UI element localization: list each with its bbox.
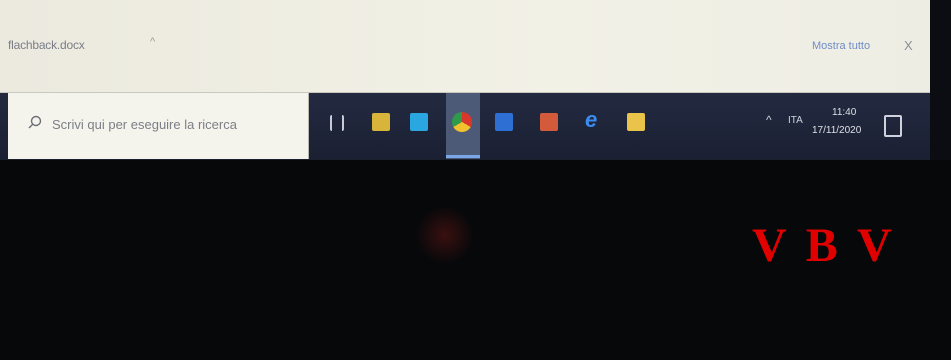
file-explorer-icon[interactable] bbox=[627, 113, 645, 131]
taskbar-search-box[interactable]: Scrivi qui per eseguire la ricerca bbox=[8, 93, 309, 159]
taskbar: Scrivi qui per eseguire la ricerca e ^ I… bbox=[0, 93, 930, 159]
task-view-icon[interactable] bbox=[330, 115, 344, 131]
download-bar: flachback.docx ^ Mostra tutto X bbox=[0, 0, 930, 93]
store-icon[interactable] bbox=[372, 113, 390, 131]
clock-date[interactable]: 17/11/2020 bbox=[812, 125, 861, 136]
clock-time[interactable]: 11:40 bbox=[832, 107, 856, 118]
download-file-name[interactable]: flachback.docx bbox=[8, 38, 85, 52]
screen: flachback.docx ^ Mostra tutto X Scrivi q… bbox=[0, 0, 951, 160]
mail-icon[interactable] bbox=[410, 113, 428, 131]
watermark: V B V bbox=[752, 219, 896, 272]
word-icon[interactable] bbox=[495, 113, 513, 131]
language-indicator[interactable]: ITA bbox=[788, 115, 803, 126]
search-input[interactable]: Scrivi qui per eseguire la ricerca bbox=[52, 117, 237, 132]
chrome-icon[interactable] bbox=[452, 112, 472, 132]
notification-icon[interactable] bbox=[884, 115, 902, 137]
active-app-indicator bbox=[446, 155, 480, 158]
powerpoint-icon[interactable] bbox=[540, 113, 558, 131]
close-icon[interactable]: X bbox=[904, 38, 913, 53]
edge-icon[interactable]: e bbox=[585, 109, 607, 131]
tray-overflow-icon[interactable]: ^ bbox=[766, 113, 772, 127]
show-all-link[interactable]: Mostra tutto bbox=[812, 40, 870, 52]
search-icon bbox=[28, 115, 42, 129]
chevron-up-icon[interactable]: ^ bbox=[150, 36, 155, 48]
screen-bezel bbox=[930, 0, 951, 160]
webcam-glow bbox=[415, 205, 475, 265]
